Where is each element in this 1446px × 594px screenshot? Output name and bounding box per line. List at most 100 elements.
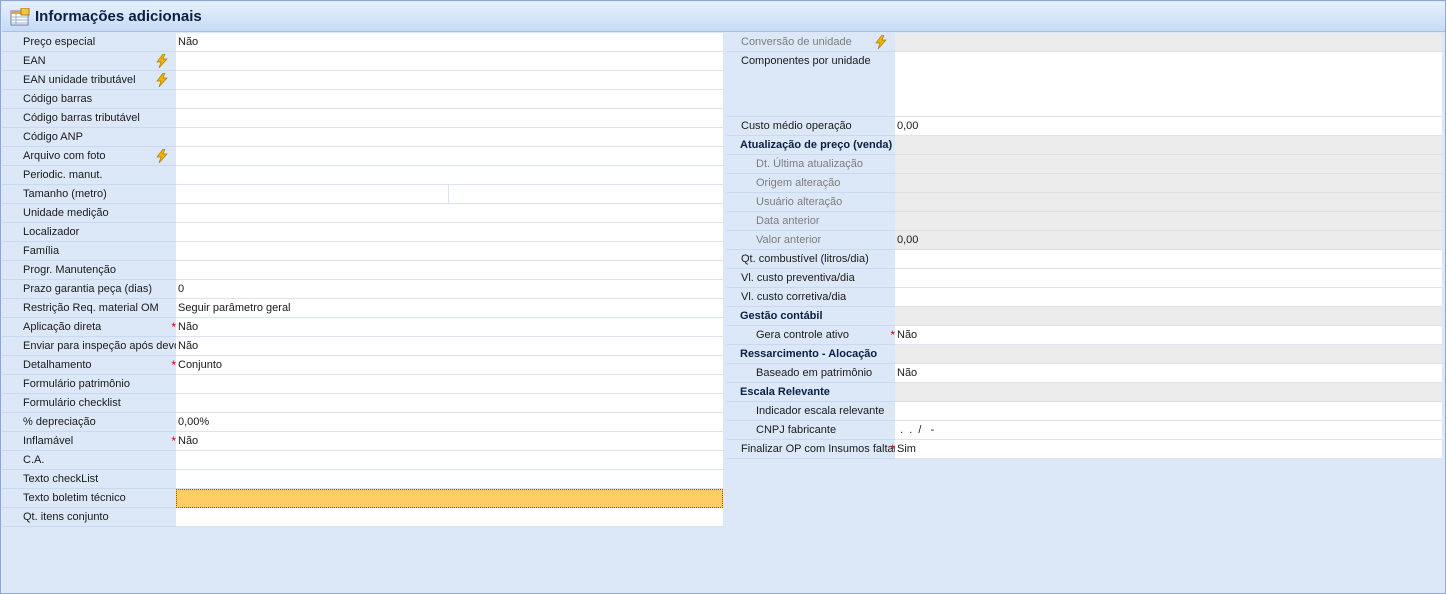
property-value[interactable]: 0 xyxy=(176,280,723,299)
row-cnpj[interactable]: CNPJ fabricante . . / - xyxy=(727,421,1442,440)
property-label: Texto checkList xyxy=(2,470,176,489)
cnpj-field[interactable]: . . / - xyxy=(895,421,1442,440)
property-label-text: Preço especial xyxy=(23,36,96,48)
componentes-value[interactable] xyxy=(895,52,1442,117)
finalizar-value[interactable]: Sim xyxy=(895,440,1442,459)
property-row[interactable]: Arquivo com foto xyxy=(2,147,723,166)
property-row[interactable]: Restrição Req. material OM Seguir parâmet… xyxy=(2,299,723,318)
property-label: Prazo garantia peça (dias) xyxy=(2,280,176,299)
property-row[interactable]: Qt. itens conjunto xyxy=(2,508,723,527)
conversao-value xyxy=(895,33,1442,52)
property-row[interactable]: Formulário patrimônio xyxy=(2,375,723,394)
property-value[interactable] xyxy=(176,71,723,90)
custo-medio-value[interactable]: 0,00 xyxy=(895,117,1442,136)
origem-value xyxy=(895,174,1442,193)
lightning-icon[interactable] xyxy=(156,149,168,163)
property-value[interactable] xyxy=(176,261,723,280)
row-vl-preventiva[interactable]: Vl. custo preventiva/dia xyxy=(727,269,1442,288)
data-anterior-value xyxy=(895,212,1442,231)
property-value[interactable] xyxy=(176,242,723,261)
property-row[interactable]: Progr. Manutenção xyxy=(2,261,723,280)
property-label: Código barras xyxy=(2,90,176,109)
property-row[interactable]: Enviar para inspeção após devoluçãoNão xyxy=(2,337,723,356)
property-value[interactable]: Não xyxy=(176,33,723,52)
property-row[interactable]: Código barras xyxy=(2,90,723,109)
row-indicador[interactable]: Indicador escala relevante xyxy=(727,402,1442,421)
property-row[interactable]: Prazo garantia peça (dias) 0 xyxy=(2,280,723,299)
property-row[interactable]: Unidade medição xyxy=(2,204,723,223)
row-gera-controle[interactable]: Gera controle ativo * Não xyxy=(727,326,1442,345)
lightning-icon[interactable] xyxy=(156,54,168,68)
lightning-icon[interactable] xyxy=(875,35,887,49)
custo-medio-label: Custo médio operação xyxy=(727,117,895,136)
property-value[interactable]: Seguir parâmetro geral xyxy=(176,299,723,318)
property-value[interactable] xyxy=(176,185,723,204)
row-finalizar[interactable]: Finalizar OP com Insumos faltantes* Sim xyxy=(727,440,1442,459)
row-conversao[interactable]: Conversão de unidade xyxy=(727,33,1442,52)
property-row[interactable]: Localizador xyxy=(2,223,723,242)
property-row[interactable]: Texto boletim técnico xyxy=(2,489,723,508)
property-row[interactable]: Tamanho (metro) xyxy=(2,185,723,204)
property-row[interactable]: % depreciação 0,00% xyxy=(2,413,723,432)
property-row[interactable]: Periodic. manut. xyxy=(2,166,723,185)
property-row[interactable]: Texto checkList xyxy=(2,470,723,489)
property-label: Enviar para inspeção após devolução xyxy=(2,337,176,356)
property-row[interactable]: Detalhamento * Conjunto xyxy=(2,356,723,375)
property-row[interactable]: Formulário checklist xyxy=(2,394,723,413)
property-row[interactable]: EAN unidade tributável xyxy=(2,71,723,90)
row-qt-combustivel[interactable]: Qt. combustível (litros/dia) xyxy=(727,250,1442,269)
property-value[interactable]: Não xyxy=(176,318,723,337)
property-row[interactable]: Inflamável * Não xyxy=(2,432,723,451)
property-value[interactable] xyxy=(176,52,723,71)
property-label: Família xyxy=(2,242,176,261)
property-value[interactable] xyxy=(176,166,723,185)
gera-controle-value[interactable]: Não xyxy=(895,326,1442,345)
property-row[interactable]: Aplicação direta * Não xyxy=(2,318,723,337)
vl-corretiva-value[interactable] xyxy=(895,288,1442,307)
lightning-icon[interactable] xyxy=(156,73,168,87)
indicador-value[interactable] xyxy=(895,402,1442,421)
property-row[interactable]: EAN xyxy=(2,52,723,71)
property-label: Tamanho (metro) xyxy=(2,185,176,204)
property-value[interactable]: Conjunto xyxy=(176,356,723,375)
vl-preventiva-value[interactable] xyxy=(895,269,1442,288)
row-custo-medio[interactable]: Custo médio operação 0,00 xyxy=(727,117,1442,136)
property-value[interactable] xyxy=(176,147,723,166)
property-value[interactable]: Não xyxy=(176,432,723,451)
property-value[interactable]: 0,00% xyxy=(176,413,723,432)
qt-combustivel-value[interactable] xyxy=(895,250,1442,269)
property-value[interactable] xyxy=(176,90,723,109)
property-row[interactable]: Preço especial Não xyxy=(2,33,723,52)
property-value[interactable]: Não xyxy=(176,337,723,356)
property-row[interactable]: Família xyxy=(2,242,723,261)
property-label: Formulário patrimônio xyxy=(2,375,176,394)
property-value[interactable] xyxy=(176,375,723,394)
row-componentes[interactable]: Componentes por unidade xyxy=(727,52,1442,117)
property-value[interactable] xyxy=(176,394,723,413)
property-value[interactable] xyxy=(176,204,723,223)
property-value[interactable] xyxy=(176,223,723,242)
property-row[interactable]: Código barras tributável xyxy=(2,109,723,128)
row-usuario: Usuário alteração xyxy=(727,193,1442,212)
property-label: Código ANP xyxy=(2,128,176,147)
property-value[interactable] xyxy=(176,109,723,128)
property-label-text: Localizador xyxy=(23,226,80,238)
property-row[interactable]: C.A. xyxy=(2,451,723,470)
property-label-text: Código ANP xyxy=(23,131,83,143)
property-value[interactable] xyxy=(176,508,723,527)
indicador-label: Indicador escala relevante xyxy=(727,402,895,421)
property-label: Formulário checklist xyxy=(2,394,176,413)
property-row[interactable]: Código ANP xyxy=(2,128,723,147)
section-gestao: Gestão contábil xyxy=(727,307,1442,326)
property-label-text: EAN unidade tributável xyxy=(23,74,136,86)
property-value[interactable] xyxy=(176,451,723,470)
property-value[interactable] xyxy=(176,470,723,489)
valor-anterior-value: 0,00 xyxy=(895,231,1442,250)
property-value[interactable] xyxy=(176,128,723,147)
row-vl-corretiva[interactable]: Vl. custo corretiva/dia xyxy=(727,288,1442,307)
row-origem: Origem alteração xyxy=(727,174,1442,193)
row-baseado[interactable]: Baseado em patrimônio Não xyxy=(727,364,1442,383)
property-label: Periodic. manut. xyxy=(2,166,176,185)
baseado-value[interactable]: Não xyxy=(895,364,1442,383)
property-value[interactable] xyxy=(176,489,723,508)
